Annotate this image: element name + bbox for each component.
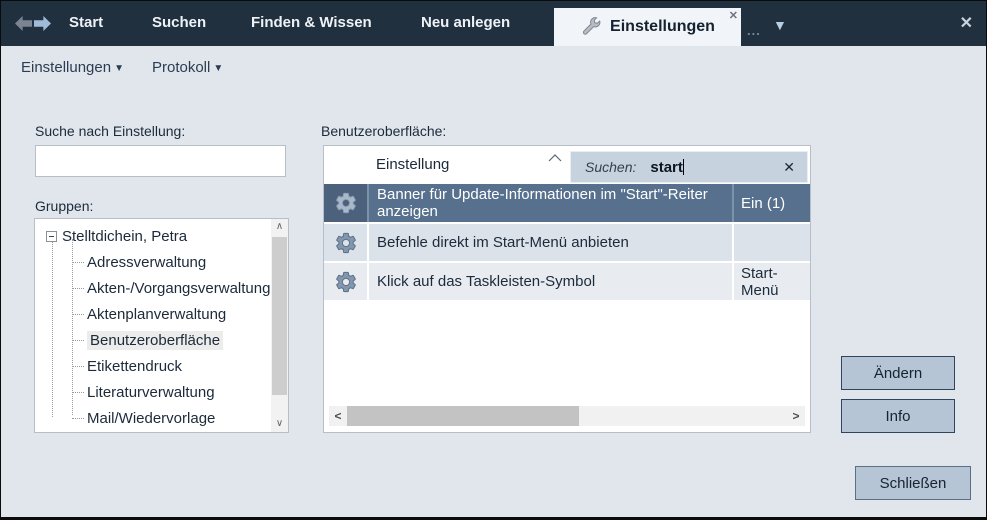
back-arrow-icon[interactable] [15, 16, 32, 31]
nav-arrows [15, 16, 51, 31]
scroll-up-icon[interactable]: ∧ [271, 219, 288, 235]
panel-title: Benutzeroberfläche: [321, 123, 446, 139]
schliessen-button[interactable]: Schließen [855, 466, 971, 500]
text-cursor [683, 159, 684, 175]
setting-value: Start-Menü [734, 263, 810, 300]
table-horizontal-scrollbar[interactable]: < > [329, 406, 805, 426]
collapse-minus-icon[interactable] [46, 231, 57, 242]
window-close-icon[interactable]: ✕ [960, 13, 973, 33]
tab-close-icon[interactable]: ✕ [729, 9, 738, 22]
settings-table: Einstellung Suchen: start ✕ Banner für U… [323, 145, 811, 433]
scroll-down-icon[interactable]: ∨ [271, 416, 288, 432]
tree-item-label-selected: Benutzeroberfläche [87, 331, 223, 350]
table-row[interactable]: Befehle direkt im Start-Menü anbieten [324, 223, 810, 261]
tab-einstellungen-active[interactable]: Einstellungen ✕ [554, 8, 741, 46]
table-search-text: start [650, 159, 683, 176]
groups-label: Gruppen: [35, 198, 93, 214]
setting-value [734, 224, 810, 261]
tree-scrollbar-thumb[interactable] [272, 237, 287, 395]
search-clear-icon[interactable]: ✕ [783, 159, 795, 176]
tree-item-akten-vorgangsverwaltung[interactable]: Akten-/Vorgangsverwaltung [72, 277, 270, 299]
ribbon-bar: Start Suchen Finden & Wissen Neu anlegen… [1, 1, 986, 46]
hscrollbar-thumb[interactable] [347, 406, 579, 426]
tab-suchen[interactable]: Suchen [152, 14, 206, 31]
scroll-left-icon[interactable]: < [329, 406, 347, 426]
gear-icon [324, 224, 369, 261]
tab-neu-anlegen[interactable]: Neu anlegen [421, 14, 510, 31]
sort-asc-icon [548, 154, 562, 163]
table-search-value[interactable]: start [650, 159, 684, 176]
gear-icon [324, 184, 369, 222]
menu-einstellungen[interactable]: Einstellungen▼ [21, 59, 124, 76]
scroll-right-icon[interactable]: > [787, 406, 805, 426]
tree-item-label: Akten-/Vorgangsverwaltung [87, 280, 270, 297]
tree-connector-line [52, 239, 53, 417]
tree-item-label: Adressverwaltung [87, 254, 206, 271]
tree-item-aktenplanverwaltung[interactable]: Aktenplanverwaltung [72, 303, 226, 325]
aendern-button[interactable]: Ändern [841, 356, 955, 390]
tree-scrollbar[interactable]: ∧ ∨ [271, 219, 288, 432]
menu-protokoll[interactable]: Protokoll▼ [152, 59, 223, 76]
table-row[interactable]: Klick auf das Taskleisten-Symbol Start-M… [324, 262, 810, 300]
menubar: Einstellungen▼ Protokoll▼ [21, 59, 223, 76]
menu-einstellungen-label: Einstellungen [21, 59, 111, 76]
tree-item-benutzeroberflaeche[interactable]: Benutzeroberfläche [72, 329, 223, 351]
table-search-box[interactable]: Suchen: start ✕ [570, 151, 808, 183]
setting-name: Befehle direkt im Start-Menü anbieten [369, 224, 734, 261]
tree-item-label: Aktenplanverwaltung [87, 306, 226, 323]
tree-item-mail-wiedervorlage[interactable]: Mail/Wiedervorlage [72, 407, 215, 429]
column-header-einstellung[interactable]: Einstellung [376, 156, 449, 173]
wrench-icon [580, 16, 602, 38]
tree-item-adressverwaltung[interactable]: Adressverwaltung [72, 251, 206, 273]
gear-icon [324, 263, 369, 300]
tab-start[interactable]: Start [69, 14, 103, 31]
tab-finden-wissen[interactable]: Finden & Wissen [251, 14, 372, 31]
setting-name: Banner für Update-Informationen im "Star… [369, 184, 734, 222]
active-tab-title: Einstellungen [610, 18, 715, 36]
chevron-down-icon: ▼ [213, 63, 223, 74]
tree-root-item[interactable]: Stelltdichein, Petra [46, 225, 187, 247]
tab-dropdown-icon[interactable]: ▼ [773, 17, 787, 33]
tree-item-label: Literaturverwaltung [87, 384, 215, 401]
search-setting-label: Suche nach Einstellung: [35, 123, 185, 139]
tree-item-literaturverwaltung[interactable]: Literaturverwaltung [72, 381, 215, 403]
forward-arrow-icon[interactable] [34, 16, 51, 31]
tree-item-label: Mail/Wiedervorlage [87, 410, 215, 427]
groups-tree: Stelltdichein, Petra Adressverwaltung Ak… [34, 218, 289, 433]
table-row-selected[interactable]: Banner für Update-Informationen im "Star… [324, 184, 810, 222]
setting-value: Ein (1) [734, 184, 810, 222]
table-search-label: Suchen: [585, 159, 636, 175]
menu-protokoll-label: Protokoll [152, 59, 210, 76]
info-button[interactable]: Info [841, 399, 955, 433]
settings-window: Start Suchen Finden & Wissen Neu anlegen… [0, 0, 987, 520]
chevron-down-icon: ▼ [114, 63, 124, 74]
tree-root-label: Stelltdichein, Petra [62, 228, 187, 245]
tree-item-etikettendruck[interactable]: Etikettendruck [72, 355, 182, 377]
setting-name: Klick auf das Taskleisten-Symbol [369, 263, 734, 300]
search-setting-input[interactable] [35, 145, 286, 177]
tab-overflow-dots: ... [747, 23, 761, 38]
table-header: Einstellung Suchen: start ✕ [324, 146, 810, 184]
tree-item-label: Etikettendruck [87, 358, 182, 375]
